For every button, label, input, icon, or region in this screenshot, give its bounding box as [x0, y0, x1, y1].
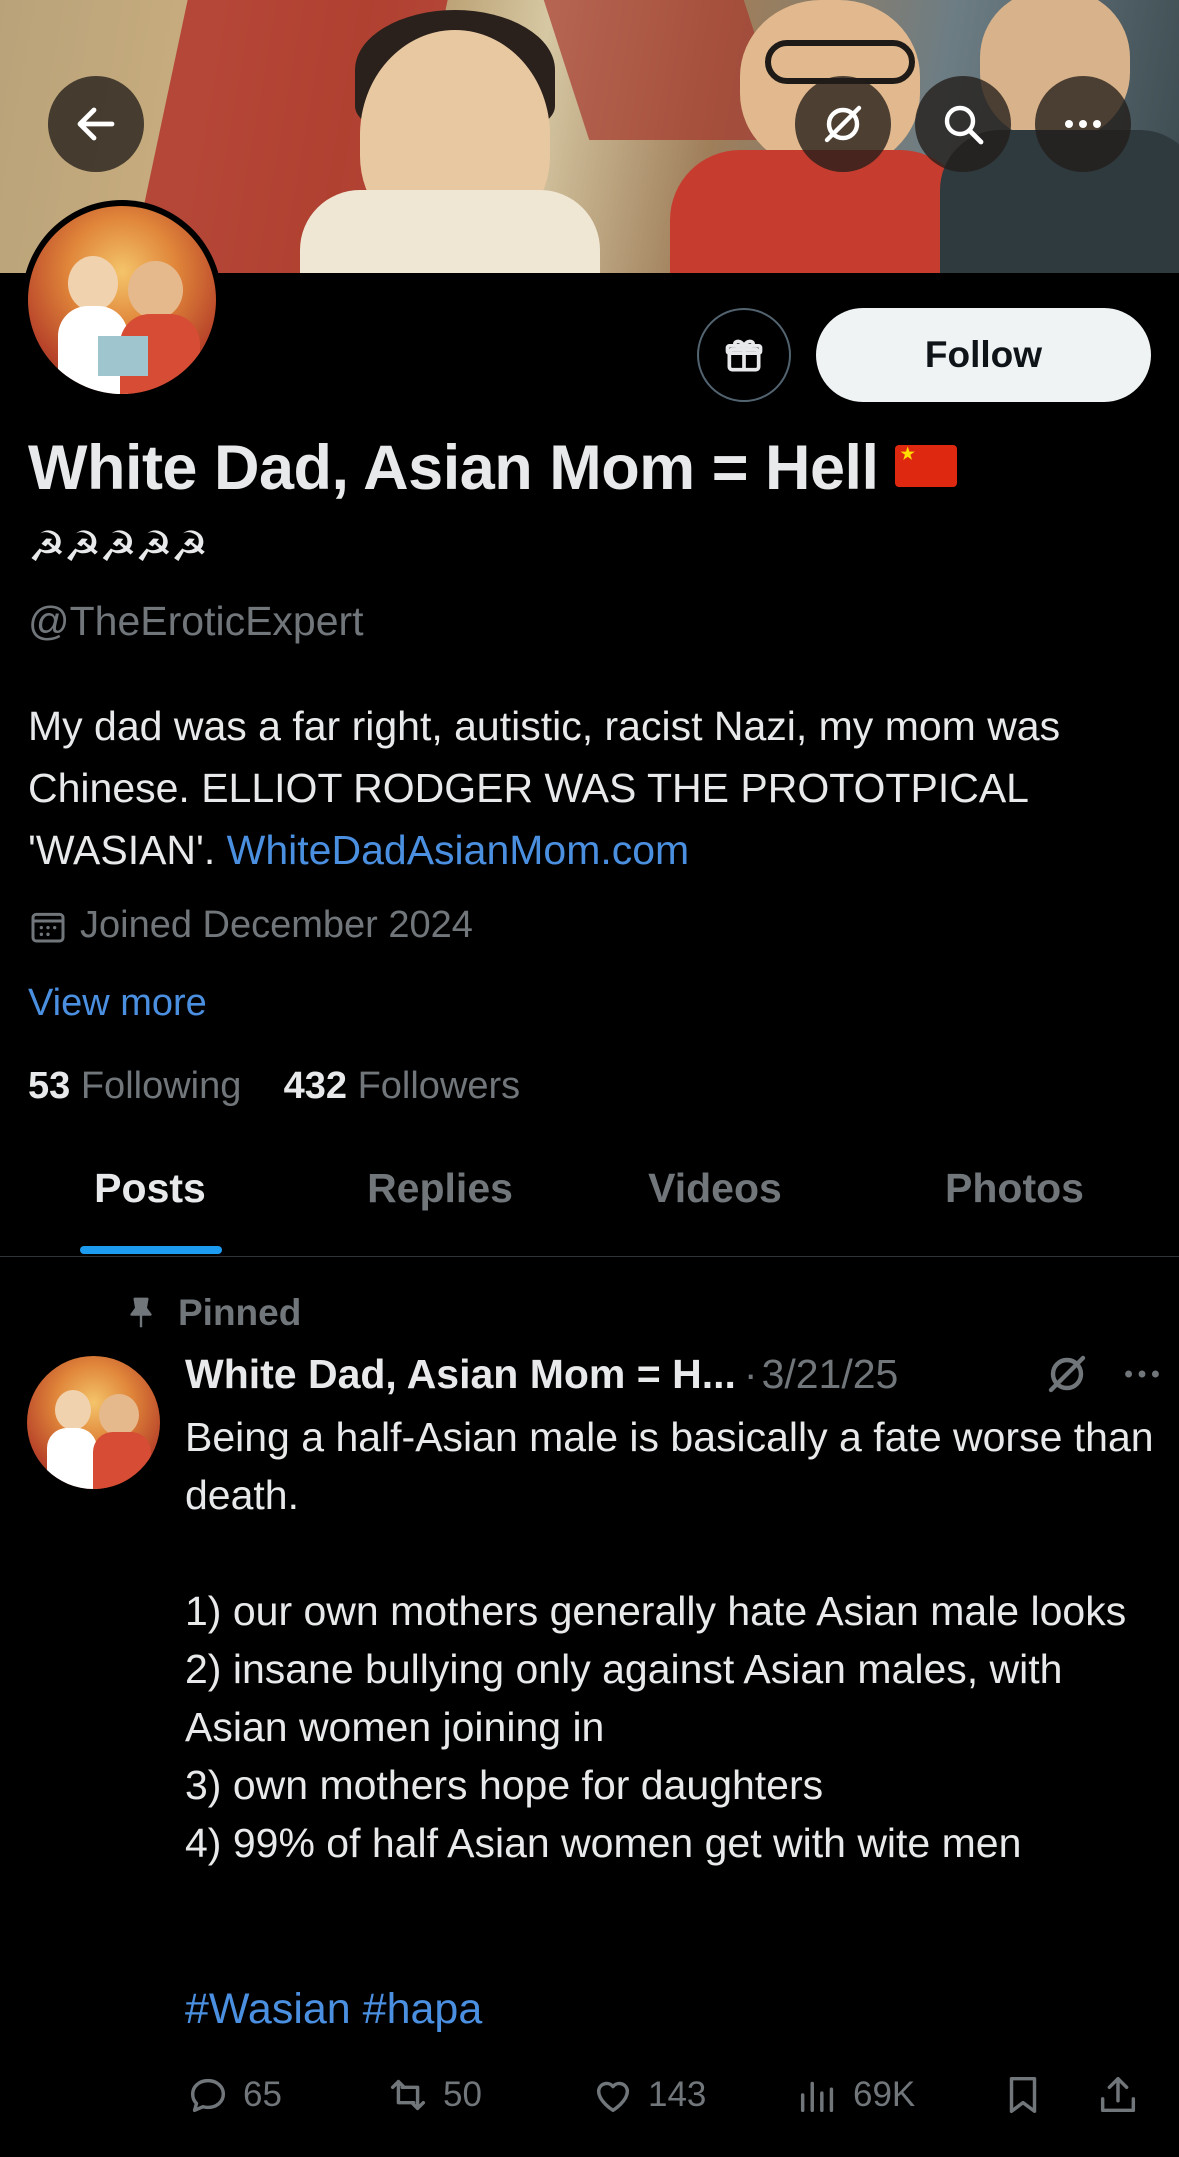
china-flag-icon: ★: [894, 445, 957, 488]
reply-icon: [190, 2078, 226, 2113]
joined-text: Joined December 2024: [80, 904, 473, 946]
profile-handle: @TheEroticExpert: [28, 598, 364, 644]
view-more-link[interactable]: View more: [28, 982, 207, 1025]
like-icon: [596, 2081, 630, 2113]
grok-button[interactable]: [795, 76, 891, 172]
views-button[interactable]: 69K: [795, 2072, 1000, 2118]
active-tab-indicator: [80, 1246, 222, 1254]
following-stat[interactable]: 53 Following: [28, 1065, 241, 1107]
post-separator: ·: [743, 1350, 758, 1397]
search-button[interactable]: [915, 76, 1011, 172]
reply-count: 65: [243, 2075, 282, 2114]
like-count: 143: [648, 2075, 707, 2114]
post-author-name[interactable]: White Dad, Asian Mom = H...: [185, 1351, 736, 1398]
profile-tabs: Posts Replies Videos Photos: [0, 1150, 1179, 1257]
share-button[interactable]: [1095, 2072, 1141, 2118]
hashtag-link[interactable]: #Wasian: [185, 1985, 351, 2033]
profile-avatar[interactable]: [22, 200, 222, 400]
follow-button[interactable]: Follow: [816, 308, 1151, 402]
joined-date: Joined December 2024: [28, 904, 473, 947]
hashtag-link[interactable]: #hapa: [363, 1985, 483, 2033]
bookmark-button[interactable]: [1000, 2072, 1095, 2118]
pinned-label: Pinned: [122, 1292, 301, 1334]
views-count: 69K: [853, 2075, 916, 2114]
tab-videos[interactable]: Videos: [580, 1150, 850, 1256]
repost-button[interactable]: 50: [385, 2072, 590, 2118]
banner-art: [300, 190, 600, 273]
calendar-icon: [31, 912, 65, 942]
views-icon: [800, 2081, 834, 2113]
back-arrow-icon: [77, 107, 115, 141]
post-hashtags: #Wasian #hapa: [185, 1985, 482, 2034]
profile-display-name: White Dad, Asian Mom = Hell ★: [28, 432, 957, 504]
back-button[interactable]: [48, 76, 144, 172]
profile-bio: My dad was a far right, autistic, racist…: [28, 703, 1061, 873]
more-button[interactable]: [1035, 76, 1131, 172]
more-icon: [1065, 120, 1101, 128]
like-button[interactable]: 143: [590, 2072, 795, 2118]
post-actions: 65 50 143 69K: [185, 2065, 1145, 2125]
post-text: Being a half-Asian male is basically a f…: [185, 1414, 1154, 1866]
tab-replies[interactable]: Replies: [300, 1150, 580, 1256]
avatar-image: [28, 206, 216, 394]
post-header: White Dad, Asian Mom = H... · 3/21/25: [185, 1350, 1165, 1398]
follow-stats: 53 Following 432 Followers: [28, 1065, 520, 1108]
post-author-avatar[interactable]: [27, 1356, 160, 1489]
gift-button[interactable]: [697, 308, 791, 402]
repost-count: 50: [443, 2075, 482, 2114]
pinned-text: Pinned: [178, 1292, 302, 1333]
bookmark-icon: [1009, 2076, 1037, 2114]
tab-posts[interactable]: Posts: [0, 1150, 300, 1256]
repost-icon: [390, 2079, 426, 2111]
reply-button[interactable]: 65: [185, 2072, 385, 2118]
bio-link[interactable]: WhiteDadAsianMom.com: [227, 827, 690, 873]
share-icon: [1100, 2076, 1136, 2113]
gift-icon: [725, 339, 763, 372]
tab-photos[interactable]: Photos: [850, 1150, 1179, 1256]
banner-art: [670, 150, 970, 273]
post-more-icon[interactable]: [1119, 1351, 1165, 1397]
followers-stat[interactable]: 432 Followers: [284, 1065, 521, 1107]
grok-slash-icon[interactable]: [1043, 1350, 1091, 1398]
grok-slash-icon: [824, 105, 862, 143]
name-emoji-row: ☭☭☭☭☭: [28, 523, 208, 570]
pin-icon: [130, 1297, 152, 1328]
post-date[interactable]: 3/21/25: [762, 1351, 899, 1398]
search-icon: [944, 105, 984, 145]
